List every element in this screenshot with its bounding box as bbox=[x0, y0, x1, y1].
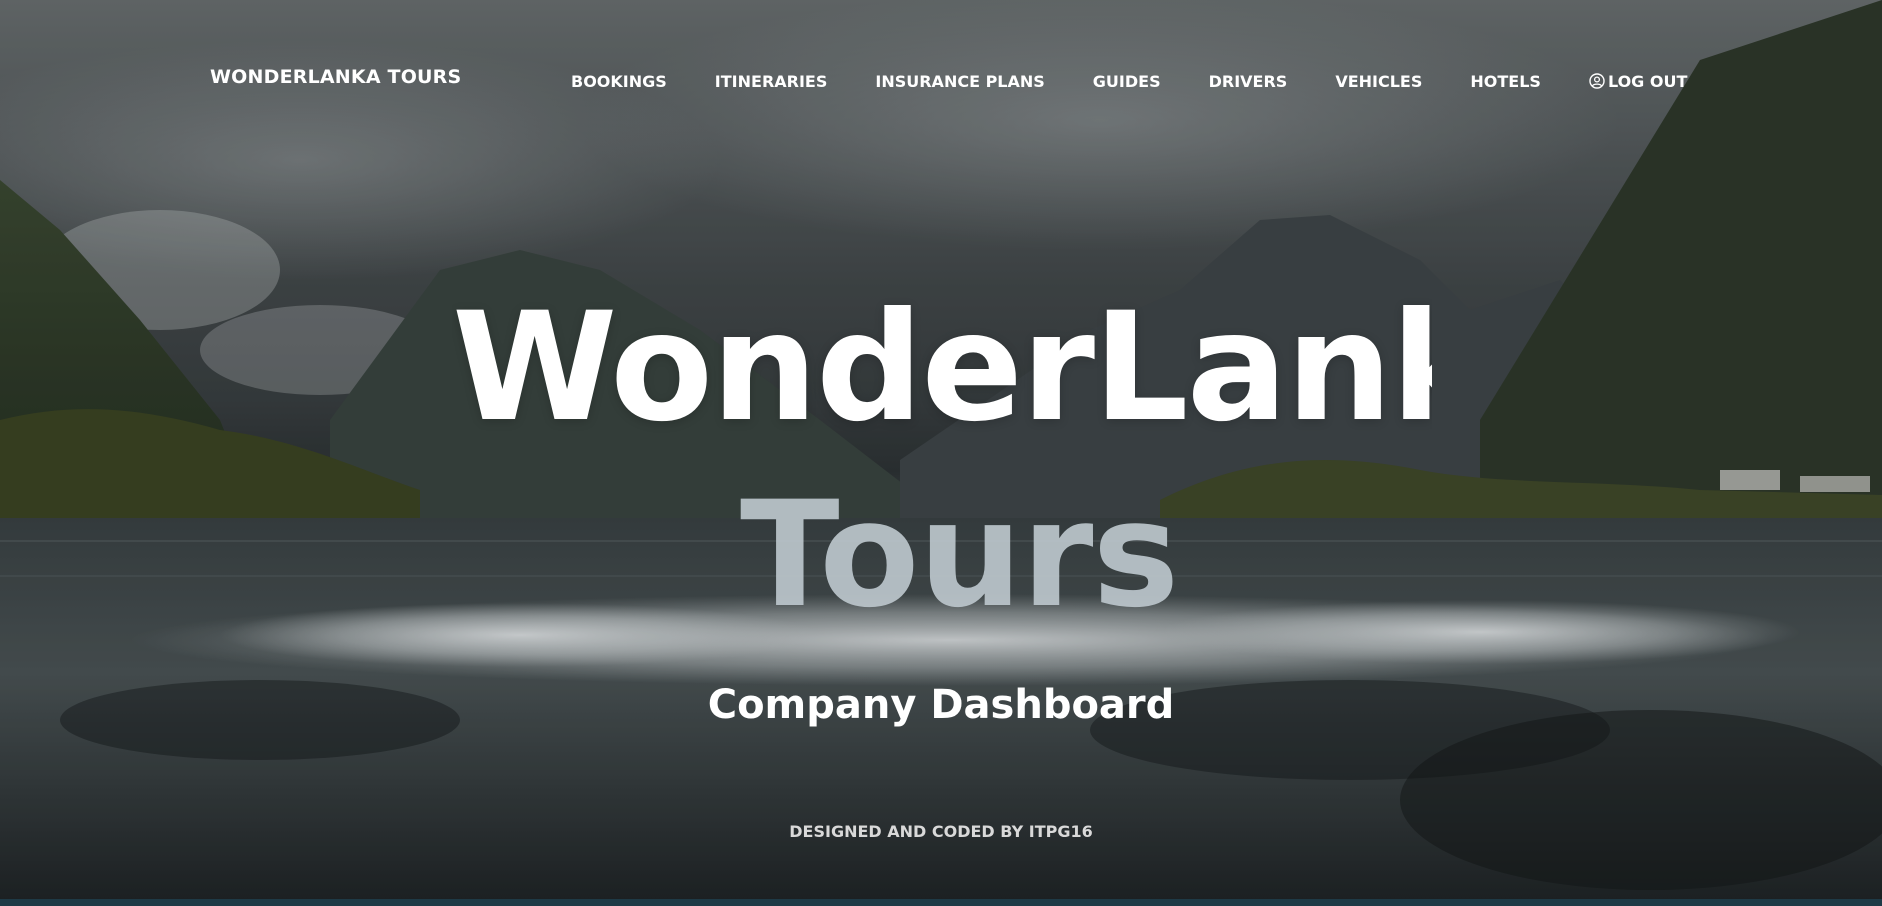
hero-title-line2: Tours bbox=[740, 470, 1179, 640]
nav-vehicles-label: VEHICLES bbox=[1335, 71, 1423, 91]
hero-background: WONDERLANKA TOURS BOOKINGS ITINERARIES I… bbox=[0, 0, 1882, 906]
nav-bookings-label: BOOKINGS bbox=[571, 71, 667, 91]
main-nav: BOOKINGS ITINERARIES INSURANCE PLANS GUI… bbox=[571, 70, 1687, 92]
top-navigation-bar: WONDERLANKA TOURS BOOKINGS ITINERARIES I… bbox=[0, 0, 1882, 160]
logout-button[interactable]: LOG OUT bbox=[1589, 72, 1687, 91]
nav-guides[interactable]: GUIDES bbox=[1093, 72, 1161, 91]
nav-drivers[interactable]: DRIVERS bbox=[1209, 72, 1288, 91]
nav-insurance-plans[interactable]: INSURANCE PLANS bbox=[875, 72, 1044, 91]
nav-itineraries-label: ITINERARIES bbox=[714, 71, 828, 91]
nav-itineraries[interactable]: ITINERARIES bbox=[715, 72, 828, 91]
nav-hotels[interactable]: HOTELS bbox=[1470, 72, 1541, 91]
bottom-divider bbox=[0, 899, 1882, 906]
nav-insurance-plans-label: INSURANCE PLANS bbox=[875, 71, 1045, 91]
logout-label: LOG OUT bbox=[1607, 71, 1688, 91]
footer-credit: DESIGNED AND CODED BY ITPG16 bbox=[789, 822, 1093, 841]
nav-vehicles[interactable]: VEHICLES bbox=[1335, 72, 1422, 91]
page-subtitle: Company Dashboard bbox=[707, 682, 1175, 728]
brand-logo-text[interactable]: WONDERLANKA TOURS bbox=[210, 66, 461, 88]
hero-title-line1: WonderLanka bbox=[452, 288, 1432, 448]
nav-drivers-label: DRIVERS bbox=[1208, 71, 1288, 91]
nav-hotels-label: HOTELS bbox=[1470, 71, 1541, 91]
user-circle-icon bbox=[1589, 73, 1605, 89]
nav-guides-label: GUIDES bbox=[1092, 71, 1161, 91]
nav-bookings[interactable]: BOOKINGS bbox=[571, 72, 667, 91]
